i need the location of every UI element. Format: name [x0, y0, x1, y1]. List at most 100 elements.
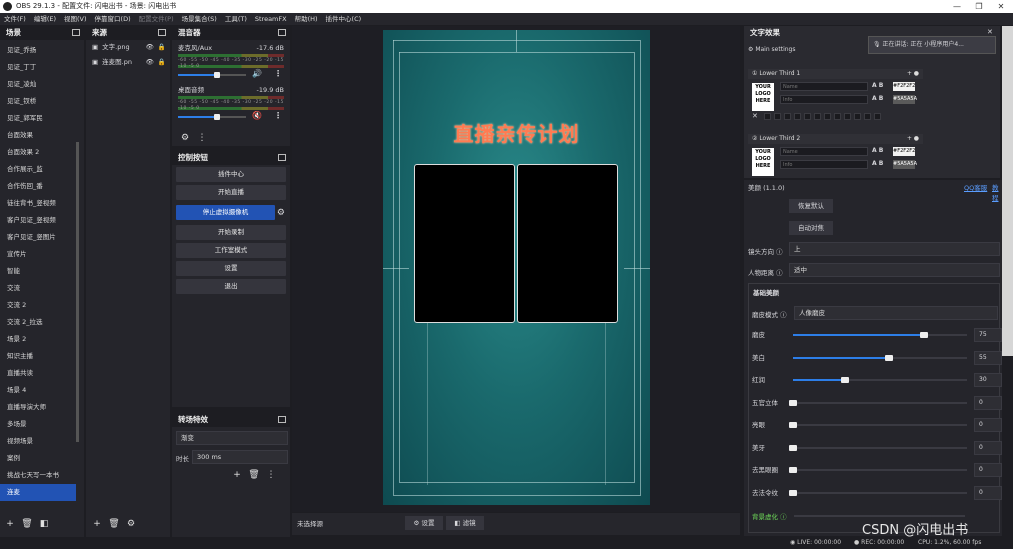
value-spinbox[interactable]: 0 — [974, 485, 1002, 500]
scene-item[interactable]: 见证_郭军民 — [0, 110, 76, 127]
menu-tools[interactable]: 工具(T) — [221, 13, 251, 25]
scene-item[interactable]: 见证_乔扬 — [0, 42, 76, 59]
beauty-slider[interactable] — [789, 467, 967, 473]
font-icon[interactable]: A B — [872, 82, 883, 89]
eye-icon[interactable]: 👁 — [146, 40, 154, 55]
volume-slider[interactable] — [178, 114, 246, 120]
scene-item[interactable]: 合作伤回_番 — [0, 178, 76, 195]
start-recording-button[interactable]: 开始录制 — [176, 225, 286, 240]
source-filters-button[interactable]: ◧ 滤镜 — [446, 516, 484, 530]
eye-icon[interactable]: 👁 — [146, 55, 154, 70]
font-icon[interactable]: A B — [872, 95, 883, 102]
scene-item[interactable]: 宣传片 — [0, 246, 76, 263]
menu-profile[interactable]: 配置文件(P) — [135, 13, 178, 25]
scene-item[interactable]: 连麦 — [0, 484, 76, 501]
scene-scrollbar[interactable] — [76, 142, 79, 442]
color-swatch[interactable]: #5A5A5A — [893, 95, 917, 104]
info-field[interactable]: Info — [780, 95, 868, 104]
checkbox[interactable] — [854, 113, 861, 120]
speaker-icon[interactable]: 🔊 — [252, 69, 262, 78]
value-spinbox[interactable]: 0 — [974, 395, 1002, 410]
menu-edit[interactable]: 编辑(E) — [30, 13, 60, 25]
scene-item[interactable]: 智能 — [0, 263, 76, 280]
scene-item[interactable]: 直播导演大师 — [0, 399, 76, 416]
more-icon[interactable]: ⋮ — [274, 69, 282, 78]
checkbox[interactable] — [814, 113, 821, 120]
info-field[interactable]: Info — [780, 160, 868, 169]
scene-item[interactable]: 场景 2 — [0, 331, 76, 348]
scene-item[interactable]: 交流 2 — [0, 297, 76, 314]
volume-slider[interactable] — [178, 72, 246, 78]
more-icon[interactable]: ⋮ — [264, 469, 278, 482]
distance-select[interactable]: 适中 — [789, 263, 1000, 277]
qq-link[interactable]: QQ客服 — [964, 182, 987, 192]
close-icon[interactable]: ✕ — [752, 112, 758, 120]
duration-input[interactable]: 300 ms — [192, 450, 288, 464]
slider-knob[interactable] — [919, 332, 928, 338]
menu-view[interactable]: 视图(V) — [60, 13, 91, 25]
maximize-button[interactable]: ❐ — [968, 0, 990, 13]
value-spinbox[interactable]: 0 — [974, 463, 1002, 477]
scene-item[interactable]: 客户见证_竖视频 — [0, 212, 76, 229]
add-transition-icon[interactable]: + — [230, 469, 244, 482]
beauty-slider[interactable] — [793, 332, 967, 338]
slider-knob[interactable] — [789, 422, 797, 428]
add-source-icon[interactable]: + — [90, 518, 104, 531]
scene-item[interactable]: 台面效果 — [0, 127, 76, 144]
scene-item[interactable]: 挑战七天写一本书 — [0, 467, 76, 484]
minimize-button[interactable]: — — [946, 0, 968, 13]
add-scene-icon[interactable]: + — [3, 518, 17, 531]
checkbox[interactable] — [794, 113, 801, 120]
studio-mode-button[interactable]: 工作室模式 — [176, 243, 286, 258]
lock-icon[interactable]: 🔒 — [158, 40, 166, 55]
checkbox[interactable] — [824, 113, 831, 120]
tutorial-link[interactable]: 教程 — [992, 182, 1002, 202]
checkbox[interactable] — [844, 113, 851, 120]
undock-icon[interactable] — [278, 416, 286, 423]
undock-icon[interactable] — [278, 154, 286, 161]
start-streaming-button[interactable]: 开始直播 — [176, 185, 286, 200]
value-spinbox[interactable]: 75 — [974, 328, 1002, 342]
scene-item[interactable]: 徒往背书_竖视频 — [0, 195, 76, 212]
undock-icon[interactable] — [278, 29, 286, 36]
more-icon[interactable]: ⋮ — [274, 111, 282, 120]
font-icon[interactable]: A B — [872, 160, 883, 167]
video-frame-right[interactable] — [517, 164, 618, 323]
slider-knob[interactable] — [884, 354, 893, 361]
color-swatch[interactable]: #5A5A5A — [893, 160, 917, 169]
scene-item[interactable]: 场景 4 — [0, 382, 76, 399]
menu-scene-collection[interactable]: 场景集合(S) — [178, 13, 221, 25]
right-scrollbar[interactable] — [1002, 26, 1013, 356]
scene-item[interactable]: 见证_丁丁 — [0, 59, 76, 76]
checkbox[interactable] — [764, 113, 771, 120]
checkbox[interactable] — [774, 113, 781, 120]
beauty-slider[interactable] — [793, 377, 967, 383]
plugin-center-button[interactable]: 插件中心 — [176, 167, 286, 182]
transition-select[interactable]: 渐变 — [176, 431, 288, 445]
value-spinbox[interactable]: 0 — [974, 440, 1002, 455]
font-icon[interactable]: A B — [872, 147, 883, 154]
close-button[interactable]: ✕ — [990, 0, 1012, 13]
slider-knob[interactable] — [789, 444, 797, 451]
scene-item[interactable]: 台面效果 2 — [0, 144, 76, 161]
color-swatch[interactable]: #F2F2F2 — [893, 147, 915, 156]
beauty-slider[interactable] — [789, 422, 967, 428]
scene-item[interactable]: 知识主播 — [0, 348, 76, 365]
undock-icon[interactable] — [72, 29, 80, 36]
video-frame-left[interactable] — [414, 164, 515, 323]
remove-scene-icon[interactable]: 🗑 — [20, 518, 34, 531]
scene-item[interactable]: 交流 — [0, 280, 76, 297]
menu-plugin-center[interactable]: 插件中心(C) — [322, 13, 366, 25]
source-item[interactable]: ▣ 连麦图.pn 👁 🔒 — [86, 55, 170, 70]
value-spinbox[interactable]: 30 — [974, 373, 1002, 387]
checkbox[interactable] — [864, 113, 871, 120]
value-spinbox[interactable]: 55 — [974, 350, 1002, 365]
remove-transition-icon[interactable]: 🗑 — [247, 469, 261, 482]
checkbox[interactable] — [784, 113, 791, 120]
menu-docks[interactable]: 停靠窗口(D) — [91, 13, 135, 25]
checkbox[interactable] — [834, 113, 841, 120]
source-settings-button[interactable]: ⚙ 设置 — [405, 516, 443, 530]
gear-icon[interactable]: ⚙ — [277, 208, 285, 218]
source-properties-icon[interactable]: ⚙ — [124, 518, 138, 531]
bg-blur-slider[interactable] — [794, 515, 965, 517]
